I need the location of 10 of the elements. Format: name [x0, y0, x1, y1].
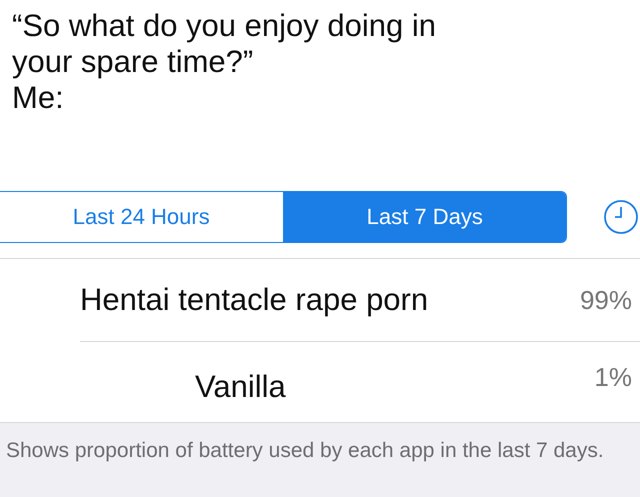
segment-tab[interactable]: Last 7 Days	[284, 192, 566, 242]
battery-percent: 99%	[580, 284, 632, 316]
app-name: Hentai tentacle rape porn	[80, 282, 430, 318]
battery-percent: 1%	[594, 362, 632, 392]
caption-text: Me:	[12, 80, 65, 116]
footer-note: Shows proportion of battery used by each app in the last 7 days.	[0, 422, 640, 497]
caption-text: your spare time?”	[12, 44, 254, 80]
caption-text: “So what do you enjoy doing in	[12, 8, 437, 44]
clock-icon[interactable]	[603, 199, 639, 235]
app-name: Vanilla	[195, 369, 287, 405]
